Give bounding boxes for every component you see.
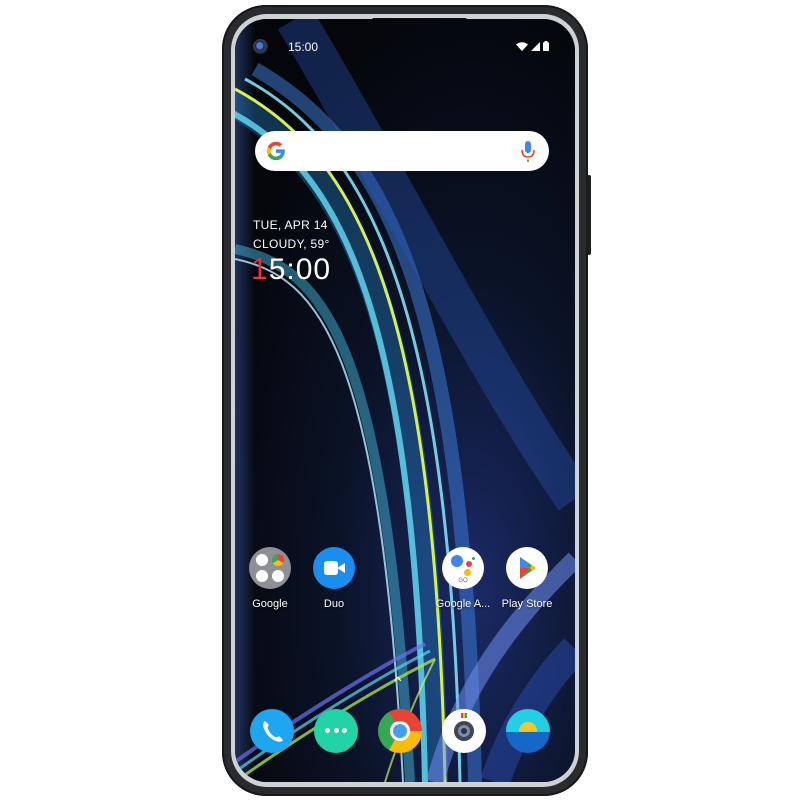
widget-clock[interactable]: 15:00	[251, 253, 331, 287]
mic-icon[interactable]	[521, 141, 535, 163]
app-play-store[interactable]: Play Store	[492, 547, 562, 610]
dock-weather[interactable]	[493, 709, 563, 753]
app-label: Google	[252, 598, 288, 610]
phone-icon	[250, 709, 294, 753]
google-folder-icon	[249, 547, 291, 589]
messages-icon	[314, 709, 358, 753]
app-google-assistant-go[interactable]: GO Google A...	[428, 547, 498, 610]
status-time: 15:00	[288, 40, 319, 54]
widget-date[interactable]: TUE, APR 14	[253, 218, 328, 232]
play-store-icon	[506, 547, 548, 589]
google-search-bar[interactable]	[255, 131, 549, 171]
app-drawer-chevron-icon[interactable]: ^	[394, 674, 401, 688]
phone-frame: 15:00 TUE, APR 14 CLOUDY, 59° 15:00 Goog…	[222, 5, 591, 796]
google-g-logo-icon	[266, 141, 285, 161]
app-google-folder[interactable]: Google	[235, 547, 305, 610]
dock-chrome[interactable]	[365, 709, 435, 753]
side-button[interactable]	[587, 175, 591, 255]
signal-icon	[531, 41, 540, 51]
app-label: Google A...	[435, 598, 491, 610]
widget-weather[interactable]: CLOUDY, 59°	[253, 237, 330, 251]
dock-phone[interactable]	[237, 709, 307, 753]
system-icons	[516, 41, 549, 51]
duo-video-icon	[313, 547, 355, 589]
screen: 15:00 TUE, APR 14 CLOUDY, 59° 15:00 Goog…	[235, 19, 575, 782]
clock-first-digit: 1	[251, 253, 269, 286]
chrome-icon	[378, 709, 422, 753]
camera-icon	[442, 709, 486, 753]
battery-icon	[543, 41, 549, 51]
status-bar: 15:00	[235, 37, 575, 57]
dock-camera[interactable]	[429, 709, 499, 753]
app-label: Duo	[323, 598, 345, 610]
app-duo[interactable]: Duo	[299, 547, 369, 610]
front-camera-icon	[253, 39, 268, 54]
app-label: Play Store	[501, 598, 553, 610]
wifi-icon	[516, 41, 528, 51]
dock-messages[interactable]	[301, 709, 371, 753]
google-assistant-go-icon: GO	[442, 547, 484, 589]
weather-icon	[506, 709, 550, 753]
clock-rest: 5:00	[268, 253, 332, 286]
